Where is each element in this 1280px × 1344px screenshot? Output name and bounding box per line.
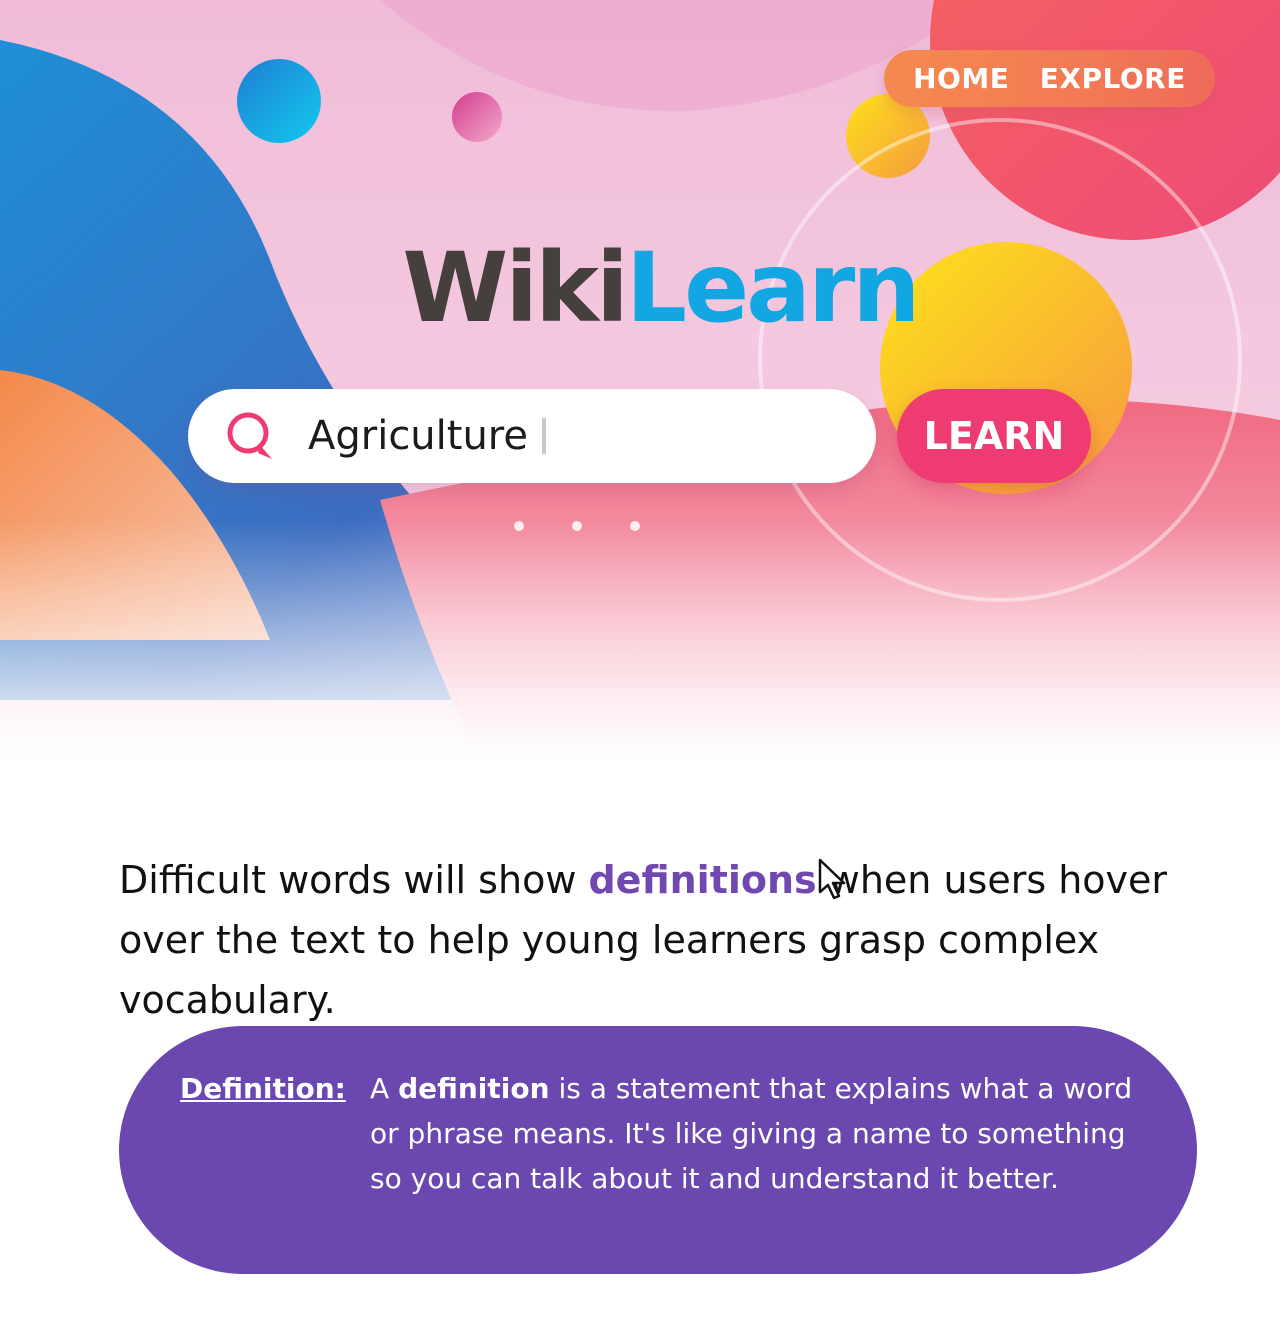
top-nav: HOME EXPLORE bbox=[884, 50, 1215, 107]
hero-banner: HOME EXPLORE WikiLearn Agriculture LEARN bbox=[0, 0, 1280, 760]
definition-tooltip: Definition: A definition is a statement … bbox=[119, 1026, 1197, 1274]
search-icon bbox=[224, 409, 278, 463]
hero-background bbox=[0, 0, 1280, 760]
nav-home-link[interactable]: HOME bbox=[913, 62, 1009, 95]
definition-prefix: A bbox=[370, 1072, 399, 1105]
description-paragraph: Difficult words will show definitions wh… bbox=[119, 850, 1209, 1030]
search-input[interactable]: Agriculture bbox=[308, 413, 528, 459]
nav-explore-link[interactable]: EXPLORE bbox=[1040, 62, 1186, 95]
logo-learn: Learn bbox=[625, 232, 921, 344]
definition-text: A definition is a statement that explain… bbox=[370, 1066, 1141, 1274]
site-logo: WikiLearn bbox=[0, 228, 1280, 348]
definition-label: Definition: bbox=[180, 1072, 346, 1105]
logo-wiki: Wiki bbox=[402, 232, 629, 344]
carousel-dot[interactable] bbox=[630, 521, 640, 531]
search-bar[interactable]: Agriculture bbox=[188, 389, 876, 483]
description-before: Difficult words will show bbox=[119, 858, 589, 902]
learn-button[interactable]: LEARN bbox=[897, 389, 1091, 483]
carousel-dot[interactable] bbox=[514, 521, 524, 531]
carousel-dots bbox=[514, 521, 640, 531]
mouse-pointer-icon bbox=[818, 858, 846, 900]
definition-term: definition bbox=[398, 1072, 550, 1105]
text-caret bbox=[541, 418, 546, 454]
carousel-dot[interactable] bbox=[572, 521, 582, 531]
definition-term-link[interactable]: definitions bbox=[588, 858, 816, 902]
